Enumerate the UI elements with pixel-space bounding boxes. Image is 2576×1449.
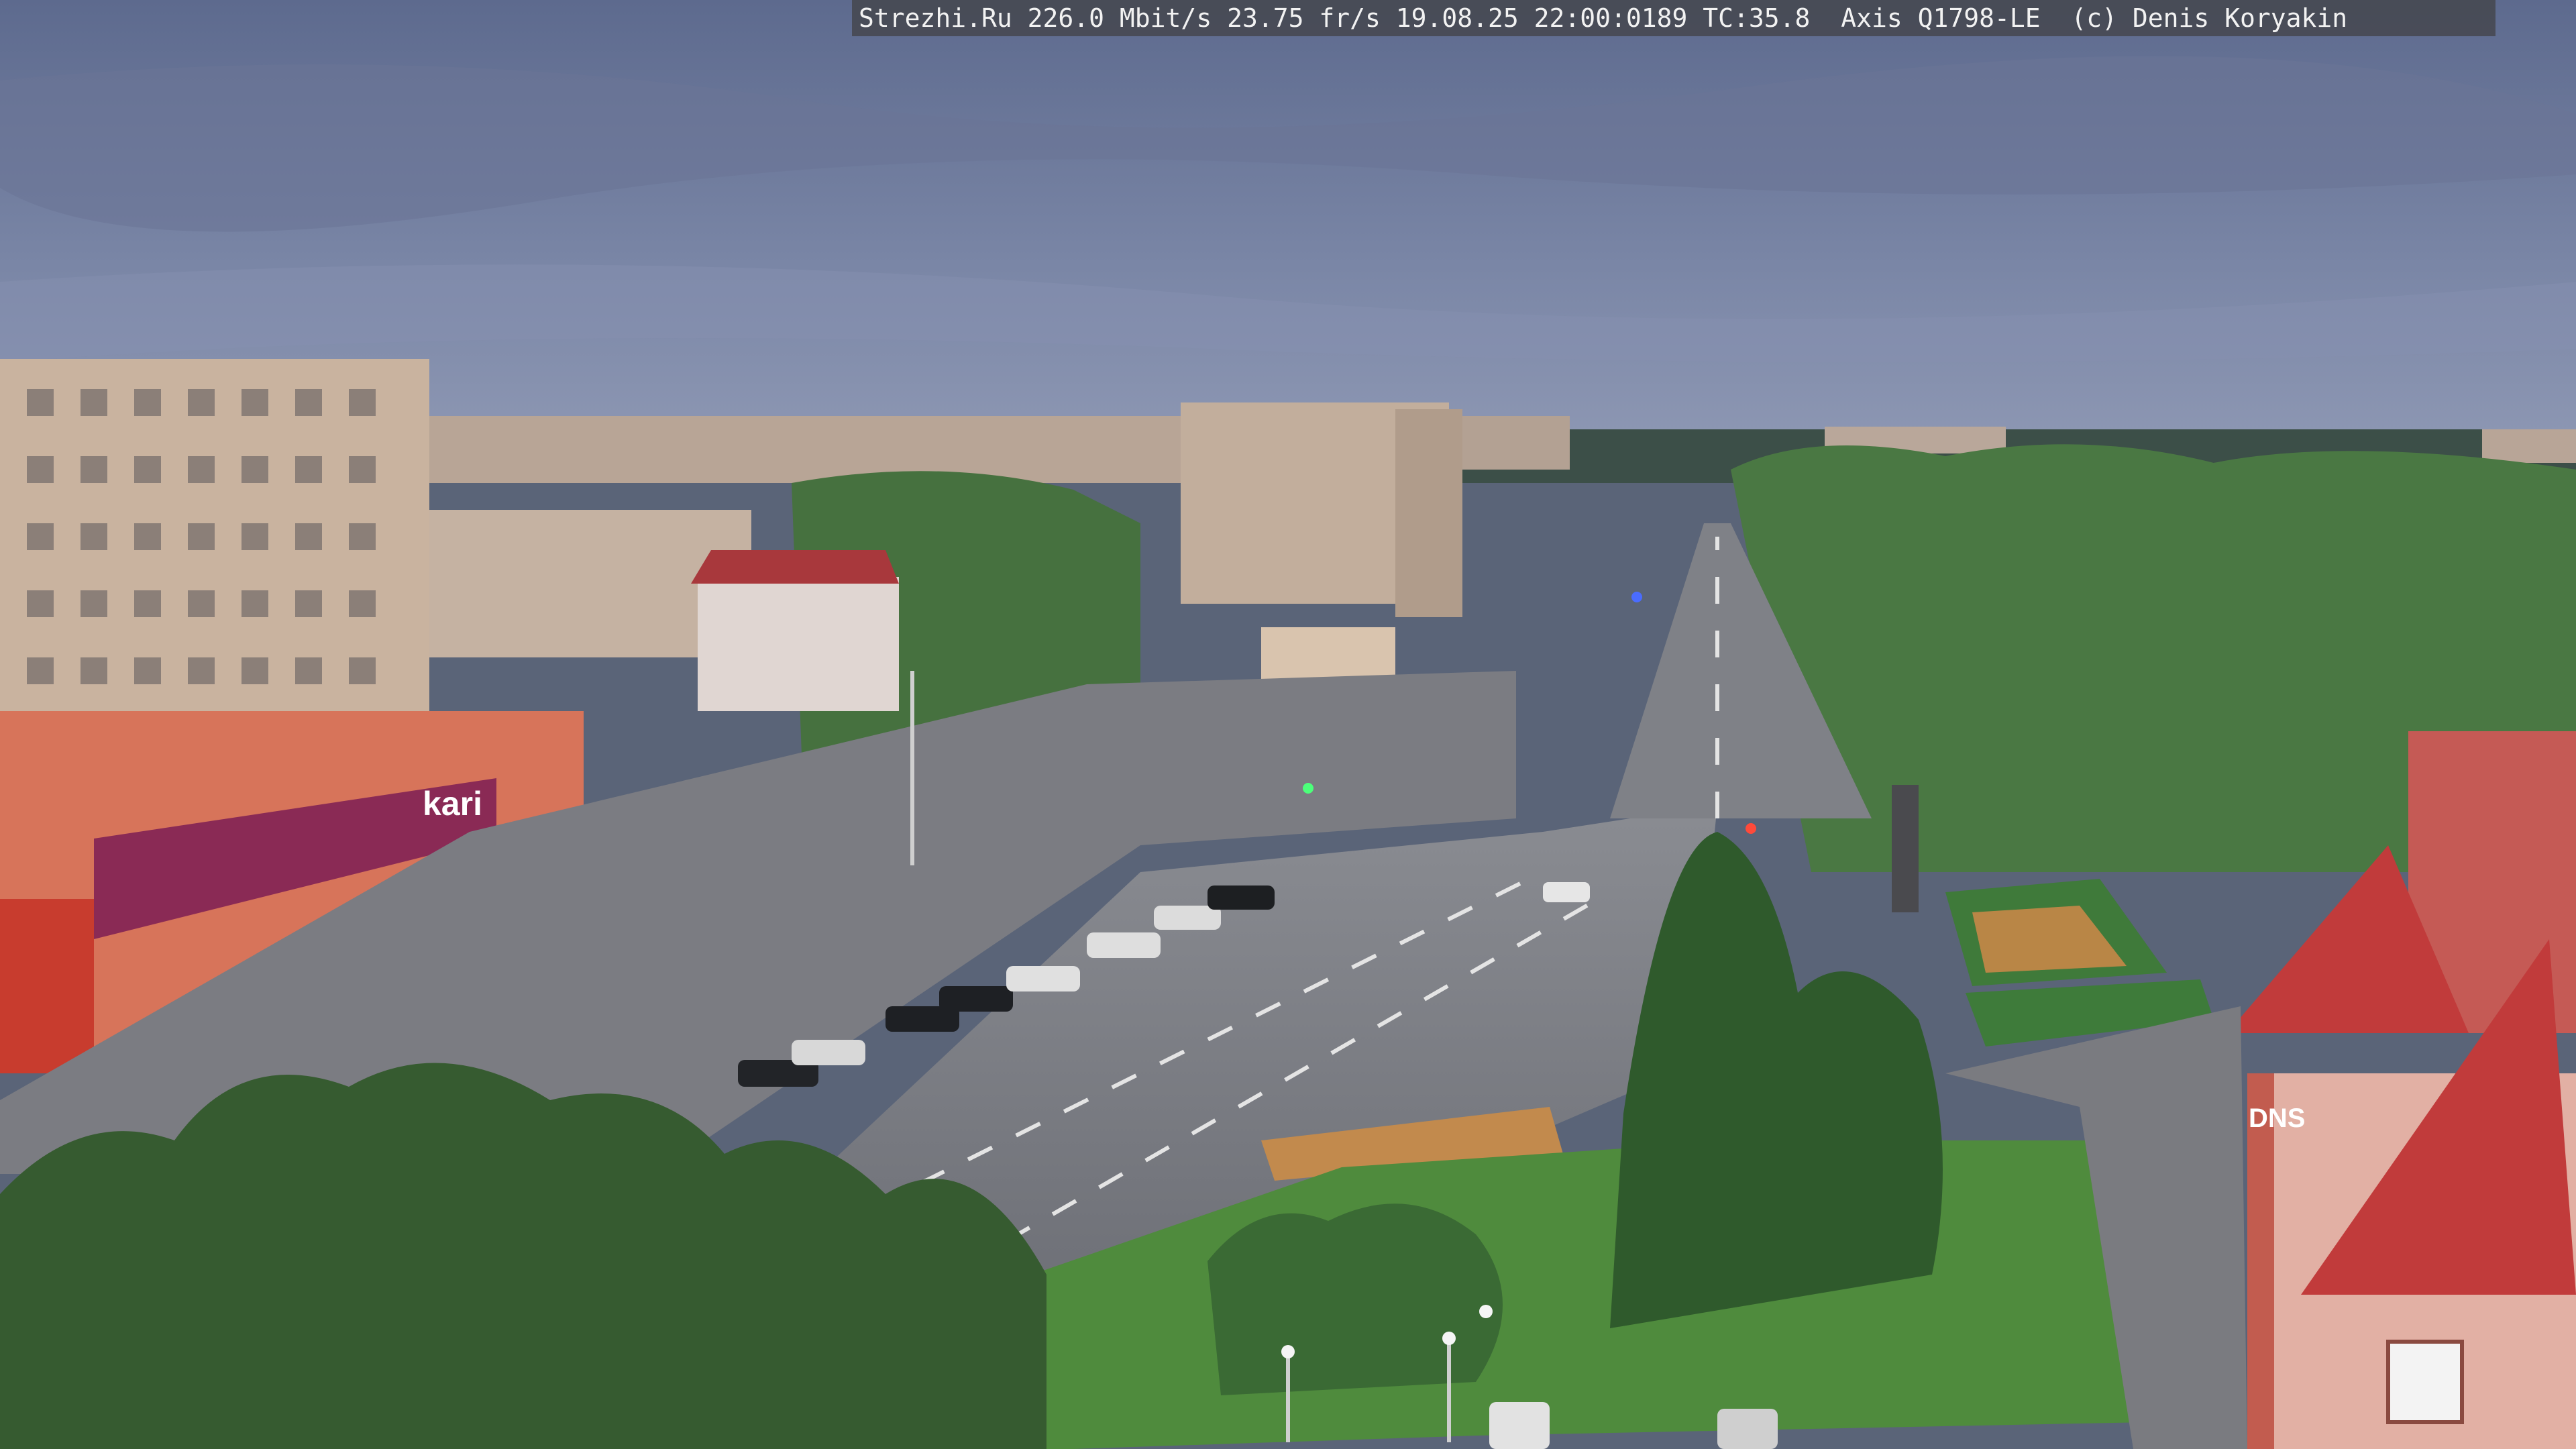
red-roof (691, 550, 899, 584)
camera-info-overlay: Strezhi.Ru 226.0 Mbit/s 23.75 fr/s 19.08… (852, 0, 2496, 36)
kari-sign: kari (423, 785, 482, 822)
dns-sign: DNS (2249, 1104, 2305, 1133)
tree-clump-middle (1208, 1203, 1503, 1395)
monument (1892, 785, 1919, 912)
central-highrise (1181, 402, 1462, 617)
building-red-roof (698, 577, 899, 711)
webcam-scene: kari DNS (0, 0, 2576, 1449)
